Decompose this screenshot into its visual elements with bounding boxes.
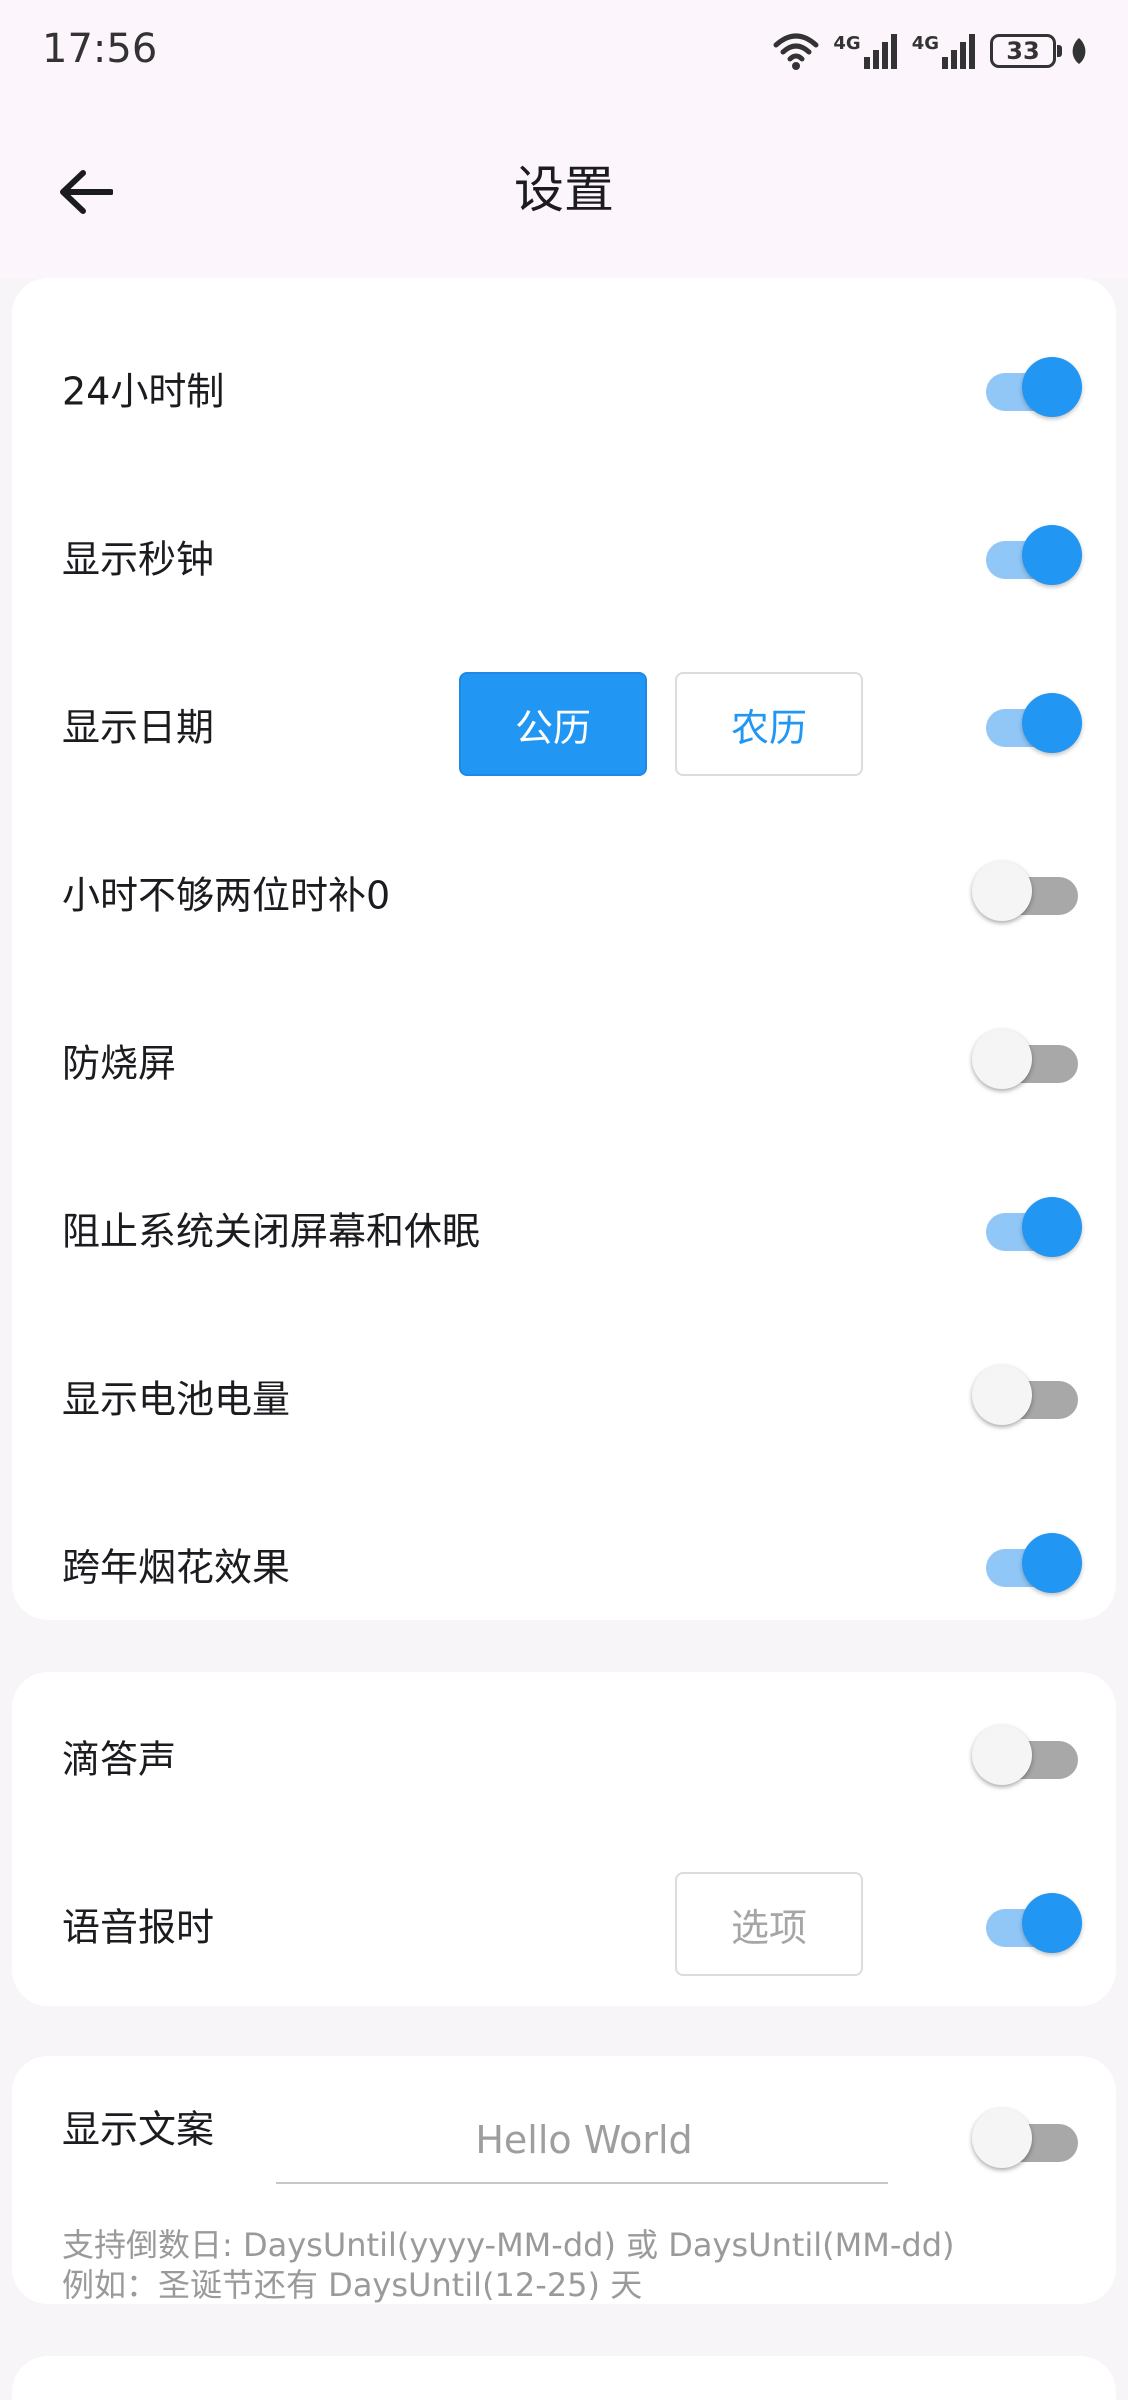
- status-bar: 17:56 4G 4G 33: [0, 0, 1128, 100]
- general-settings-card: 24小时制 显示秒钟 显示日期 公历 农历 小时不够两位时补0 防烧屏 阻止系统…: [12, 278, 1116, 1620]
- toggle-show-seconds[interactable]: [972, 521, 1082, 591]
- setting-label: 跨年烟花效果: [62, 1545, 291, 1590]
- toggle-voice-time[interactable]: [972, 1889, 1082, 1959]
- setting-row-pad-hour-zero: 小时不够两位时补0: [12, 808, 1116, 976]
- setting-row-show-seconds: 显示秒钟: [12, 472, 1116, 640]
- setting-row-battery-level: 显示电池电量: [12, 1312, 1116, 1480]
- signal-icon: 4G: [833, 33, 897, 69]
- battery-icon: 33: [990, 34, 1062, 68]
- custom-text-field: [276, 2096, 892, 2184]
- setting-row-burn-in-protection: 防烧屏: [12, 976, 1116, 1144]
- setting-label: 小时不够两位时补0: [62, 873, 391, 918]
- setting-label: 语音报时: [62, 1905, 215, 1950]
- solar-calendar-button[interactable]: 公历: [459, 672, 647, 776]
- setting-row-voice-time: 语音报时 选项: [12, 1840, 1116, 2008]
- setting-label: 24小时制: [62, 369, 225, 414]
- hint-example-text: 例如：圣诞节还有 DaysUntil(12-25) 天: [62, 2266, 643, 2304]
- toggle-pad-hour-zero[interactable]: [972, 857, 1082, 927]
- page-title: 设置: [514, 161, 614, 219]
- signal-icon: 4G: [912, 33, 976, 69]
- network-type-label: 4G: [833, 33, 861, 54]
- app-bar: 设置: [0, 100, 1128, 278]
- custom-text-input[interactable]: [276, 2096, 892, 2184]
- toggle-tick-sound[interactable]: [972, 1721, 1082, 1791]
- setting-row-new-year-fireworks: 跨年烟花效果: [12, 1480, 1116, 1648]
- sound-settings-card: 滴答声 语音报时 选项: [12, 1672, 1116, 2006]
- next-settings-card: [12, 2356, 1116, 2400]
- wifi-icon: [773, 33, 819, 70]
- voice-options-button[interactable]: 选项: [675, 1872, 863, 1976]
- setting-label: 滴答声: [62, 1737, 177, 1782]
- toggle-battery-level[interactable]: [972, 1361, 1082, 1431]
- setting-row-keep-screen-on: 阻止系统关闭屏幕和休眠: [12, 1144, 1116, 1312]
- setting-label: 显示电池电量: [62, 1377, 291, 1422]
- leaf-icon: [1072, 38, 1086, 64]
- setting-row-24-hour: 24小时制: [12, 304, 1116, 472]
- setting-label: 显示文案: [62, 2107, 215, 2152]
- lunar-calendar-button[interactable]: 农历: [675, 672, 863, 776]
- setting-row-tick-sound: 滴答声: [12, 1672, 1116, 1840]
- setting-label: 阻止系统关闭屏幕和休眠: [62, 1209, 481, 1254]
- setting-row-show-date: 显示日期 公历 农历: [12, 640, 1116, 808]
- custom-text-card: 显示文案 支持倒数日: DaysUntil(yyyy-MM-dd) 或 Days…: [12, 2056, 1116, 2304]
- toggle-show-date[interactable]: [972, 689, 1082, 759]
- toggle-custom-text[interactable]: [972, 2104, 1082, 2174]
- status-icons: 4G 4G 33: [773, 28, 1088, 74]
- status-time: 17:56: [42, 26, 158, 72]
- toggle-24-hour[interactable]: [972, 353, 1082, 423]
- setting-label: 显示秒钟: [62, 537, 215, 582]
- battery-level: 33: [1006, 37, 1040, 65]
- network-type-label: 4G: [911, 33, 939, 54]
- toggle-keep-screen-on[interactable]: [972, 1193, 1082, 1263]
- setting-label: 防烧屏: [62, 1041, 177, 1086]
- setting-label: 显示日期: [62, 705, 215, 750]
- toggle-new-year-fireworks[interactable]: [972, 1529, 1082, 1599]
- toggle-burn-in-protection[interactable]: [972, 1025, 1082, 1095]
